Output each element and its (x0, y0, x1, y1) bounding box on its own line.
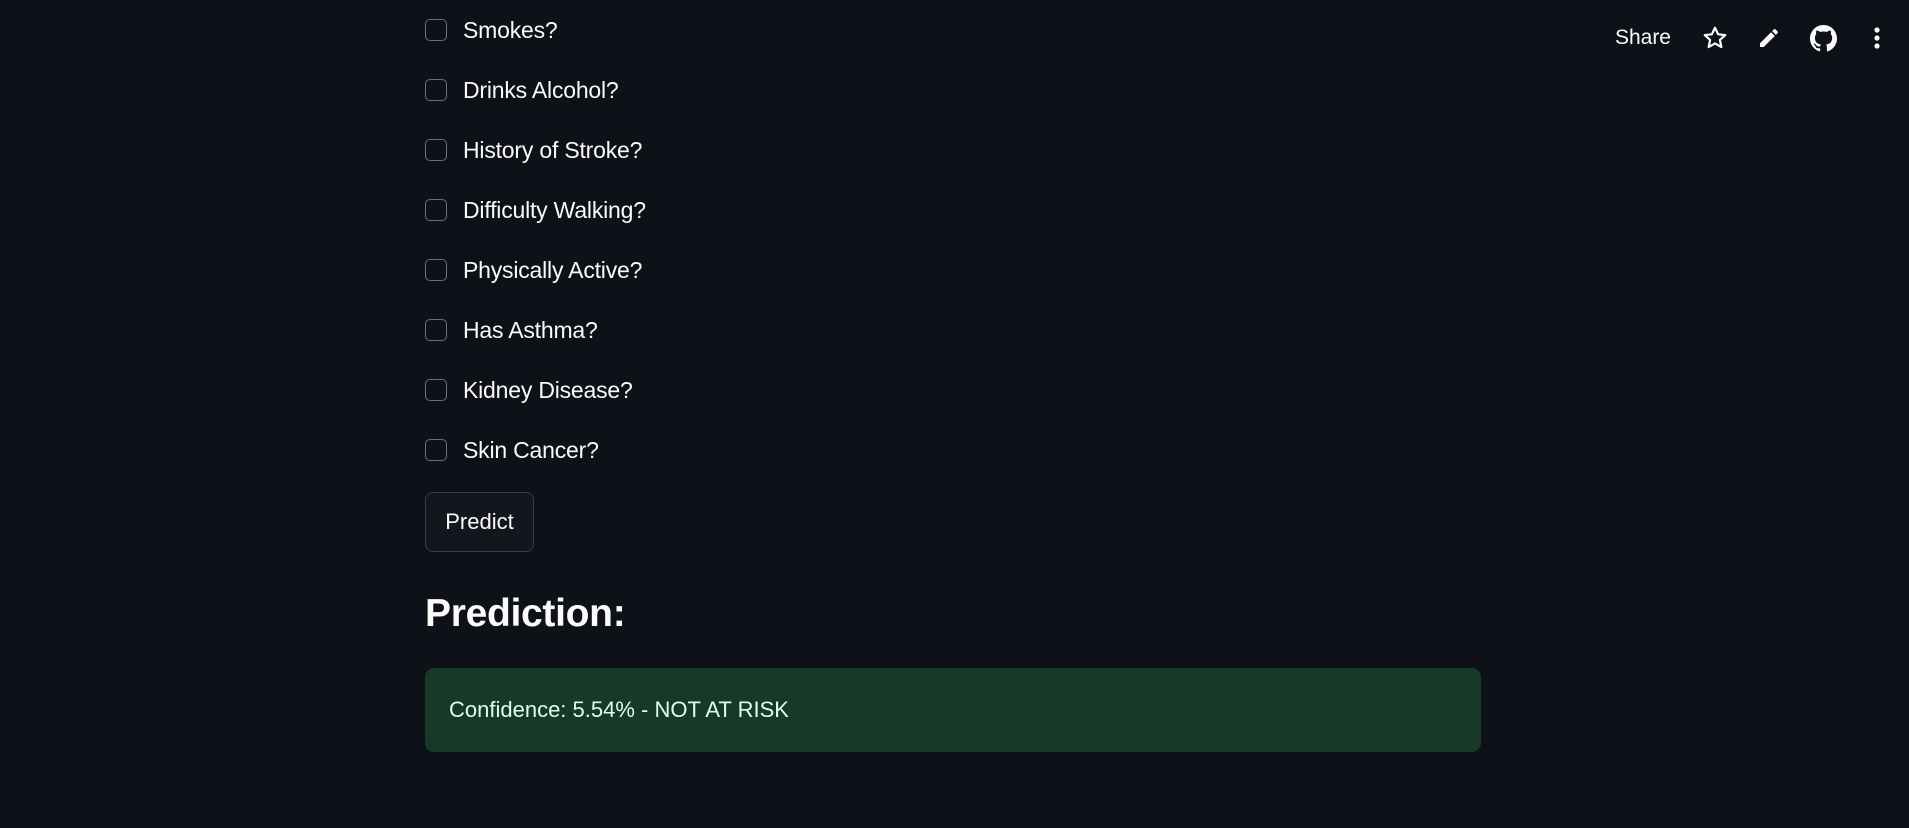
star-icon[interactable] (1699, 22, 1731, 54)
prediction-result-text: Confidence: 5.54% - NOT AT RISK (449, 697, 789, 722)
predict-button[interactable]: Predict (425, 492, 534, 552)
more-vertical-icon[interactable] (1861, 22, 1893, 54)
prediction-heading: Prediction: (425, 592, 626, 635)
pencil-icon[interactable] (1753, 22, 1785, 54)
checkbox-label: Difficulty Walking? (463, 196, 646, 223)
checkbox-label: Drinks Alcohol? (463, 76, 619, 103)
checkbox-input[interactable] (425, 199, 447, 221)
checkbox-label: Physically Active? (463, 256, 643, 283)
checkbox-input[interactable] (425, 259, 447, 281)
checkbox-physically-active[interactable]: Physically Active? (425, 254, 642, 286)
checkbox-label: Kidney Disease? (463, 376, 633, 403)
checkbox-input[interactable] (425, 439, 447, 461)
app-toolbar: Share (1609, 18, 1893, 58)
checkbox-smokes[interactable]: Smokes? (425, 14, 558, 46)
checkbox-input[interactable] (425, 319, 447, 341)
checkbox-drinks-alcohol[interactable]: Drinks Alcohol? (425, 74, 619, 106)
app-page: Share Smokes? Drinks Alcohol? History of… (0, 0, 1909, 828)
github-icon[interactable] (1807, 22, 1839, 54)
checkbox-input[interactable] (425, 379, 447, 401)
checkbox-label: Smokes? (463, 16, 558, 43)
checkbox-input[interactable] (425, 79, 447, 101)
checkbox-skin-cancer[interactable]: Skin Cancer? (425, 434, 599, 466)
checkbox-has-asthma[interactable]: Has Asthma? (425, 314, 598, 346)
checkbox-label: Skin Cancer? (463, 436, 599, 463)
checkbox-input[interactable] (425, 139, 447, 161)
checkbox-difficulty-walking[interactable]: Difficulty Walking? (425, 194, 646, 226)
checkbox-kidney-disease[interactable]: Kidney Disease? (425, 374, 633, 406)
checkbox-label: History of Stroke? (463, 136, 643, 163)
checkbox-input[interactable] (425, 19, 447, 41)
prediction-result-alert: Confidence: 5.54% - NOT AT RISK (425, 668, 1481, 752)
checkbox-history-of-stroke[interactable]: History of Stroke? (425, 134, 642, 166)
checkbox-label: Has Asthma? (463, 316, 598, 343)
share-button[interactable]: Share (1609, 22, 1677, 54)
